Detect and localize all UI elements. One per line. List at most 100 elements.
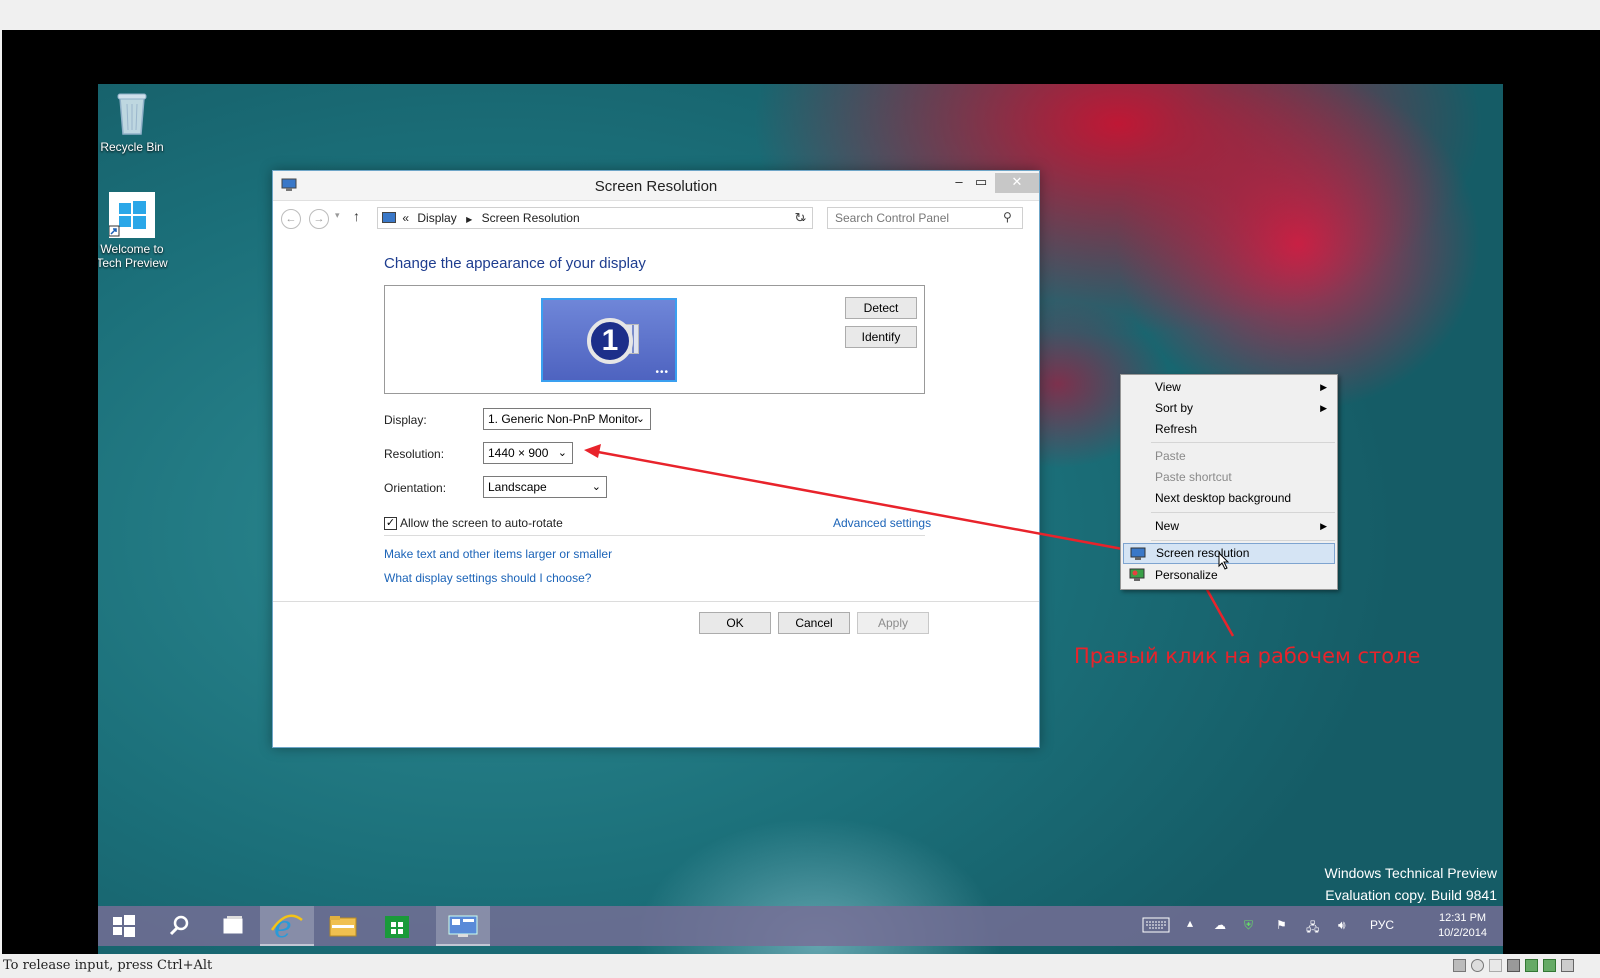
chevron-down-icon: ⌄ — [591, 481, 601, 493]
display-select[interactable]: 1. Generic Non-PnP Monitor ⌄ — [483, 408, 651, 430]
breadcrumb-display[interactable]: Display — [417, 211, 456, 225]
orientation-label: Orientation: — [384, 481, 447, 495]
section-divider — [384, 535, 925, 536]
resolution-select[interactable]: 1440 × 900 ⌄ — [483, 442, 573, 464]
detect-button[interactable]: Detect — [845, 297, 917, 319]
store-icon — [385, 916, 409, 938]
store-taskbar-button[interactable] — [370, 906, 424, 946]
display-label: Display: — [384, 413, 427, 427]
folder-icon — [329, 916, 357, 937]
guest-desktop[interactable]: Recycle Bin Welcome to Tech Preview Scre… — [98, 84, 1503, 964]
chevron-down-icon: ⌄ — [635, 413, 645, 425]
recycle-bin-icon — [112, 90, 152, 136]
control-panel-taskbar-button[interactable] — [436, 906, 490, 946]
show-hidden-icons-icon[interactable]: ▴ — [1187, 916, 1193, 930]
watermark-line2: Evaluation copy. Build 9841 — [1325, 887, 1497, 903]
orientation-select-value: Landscape — [488, 480, 547, 494]
menu-item-next-background[interactable]: Next desktop background — [1123, 488, 1335, 509]
menu-item-label: Personalize — [1155, 568, 1218, 582]
submenu-arrow-icon: ▶ — [1320, 403, 1327, 413]
welcome-tech-preview-shortcut[interactable]: Welcome to Tech Preview — [98, 192, 174, 270]
chevron-down-icon: ⌄ — [557, 447, 567, 459]
monitor-1-tile[interactable]: 1 ••• — [541, 298, 677, 382]
cancel-button[interactable]: Cancel — [778, 612, 850, 634]
menu-separator — [1151, 540, 1335, 541]
taskbar: e ▴ ☁ ⛨ ⚑ 🖧 🔊︎ РУС 12:31 PM 10/2/2014 — [98, 906, 1503, 946]
refresh-icon[interactable]: ↻ — [787, 207, 813, 229]
back-button[interactable]: ← — [281, 209, 301, 229]
menu-item-label: View — [1155, 380, 1181, 394]
usb-icon[interactable] — [1489, 959, 1502, 972]
menu-item-view[interactable]: View ▶ — [1123, 377, 1335, 398]
breadcrumb-separator-icon: ▶ — [466, 215, 473, 224]
up-button[interactable]: ↑ — [353, 208, 360, 224]
display-icon[interactable] — [1543, 959, 1556, 972]
address-bar[interactable]: « Display ▶ Screen Resolution ⌄ — [377, 207, 813, 229]
clock-date: 10/2/2014 — [1438, 927, 1487, 939]
network-icon[interactable]: 🖧 — [1306, 918, 1319, 939]
advanced-settings-link[interactable]: Advanced settings — [833, 516, 931, 530]
search-taskbar-button[interactable] — [152, 906, 206, 946]
text-size-link[interactable]: Make text and other items larger or smal… — [384, 547, 612, 561]
vm-status-icons — [1453, 959, 1574, 972]
welcome-label-line2: Tech Preview — [98, 256, 168, 270]
window-titlebar[interactable]: Screen Resolution – ▭ ✕ — [273, 171, 1039, 201]
taskbar-clock[interactable]: 12:31 PM 10/2/2014 — [1438, 911, 1487, 941]
personalize-icon — [1129, 568, 1145, 582]
address-icon — [382, 212, 396, 223]
volume-icon[interactable]: 🔊︎ — [1338, 918, 1346, 933]
submenu-arrow-icon: ▶ — [1320, 382, 1327, 392]
search-input[interactable]: Search Control Panel — [827, 207, 1023, 229]
clock-time: 12:31 PM — [1438, 912, 1487, 924]
monitor-number: 1 — [587, 318, 633, 364]
menu-item-new[interactable]: New ▶ — [1123, 516, 1335, 537]
internet-explorer-icon: e — [270, 910, 303, 945]
ok-button[interactable]: OK — [699, 612, 771, 634]
resolution-label: Resolution: — [384, 447, 445, 461]
optical-drive-icon[interactable] — [1471, 959, 1484, 972]
autorotate-label[interactable]: Allow the screen to auto-rotate — [400, 516, 563, 530]
recycle-bin-shortcut[interactable]: Recycle Bin — [98, 90, 174, 154]
input-language-indicator[interactable]: РУС — [1370, 918, 1394, 932]
orientation-select[interactable]: Landscape ⌄ — [483, 476, 607, 498]
close-button[interactable]: ✕ — [995, 173, 1039, 193]
menu-separator — [1151, 512, 1335, 513]
security-shield-icon[interactable]: ⛨ — [1244, 918, 1253, 933]
forward-button[interactable]: → — [309, 209, 329, 229]
action-center-flag-icon[interactable]: ⚑ — [1276, 918, 1287, 932]
navigation-bar: ← → ▾ ↑ « Display ▶ Screen Resolution ⌄ … — [281, 207, 1031, 231]
network-adapter-icon[interactable] — [1525, 959, 1538, 972]
page-heading: Change the appearance of your display — [384, 255, 646, 272]
menu-item-paste[interactable]: Paste — [1123, 446, 1335, 467]
menu-item-paste-shortcut[interactable]: Paste shortcut — [1123, 467, 1335, 488]
resolution-select-value: 1440 × 900 — [488, 446, 549, 460]
cloud-icon[interactable]: ☁ — [1214, 918, 1226, 932]
screen-resolution-window[interactable]: Screen Resolution – ▭ ✕ ← → ▾ ↑ « Displa… — [272, 170, 1040, 748]
menu-item-refresh[interactable]: Refresh — [1123, 419, 1335, 440]
hard-disk-icon[interactable] — [1453, 959, 1466, 972]
control-panel-icon — [448, 915, 478, 937]
shared-folders-icon[interactable] — [1507, 959, 1520, 972]
vm-status-bar: To release input, press Ctrl+Alt — [0, 954, 1600, 978]
file-explorer-taskbar-button[interactable] — [316, 906, 370, 946]
display-settings-help-link[interactable]: What display settings should I choose? — [384, 571, 591, 585]
autorotate-checkbox[interactable]: ✓ — [384, 517, 397, 530]
windows-start-icon — [113, 915, 135, 937]
identify-button[interactable]: Identify — [845, 326, 917, 348]
recent-pages-chevron-icon[interactable]: ▾ — [335, 210, 340, 221]
menu-item-sort-by[interactable]: Sort by ▶ — [1123, 398, 1335, 419]
menu-item-label: New — [1155, 519, 1180, 533]
keyboard-icon[interactable] — [1142, 917, 1170, 936]
mouse-integration-icon[interactable] — [1561, 959, 1574, 972]
internet-explorer-taskbar-button[interactable]: e — [260, 906, 314, 946]
breadcrumb-screen-resolution[interactable]: Screen Resolution — [482, 211, 580, 225]
task-view-button[interactable] — [206, 906, 260, 946]
menu-item-label: Refresh — [1155, 422, 1198, 436]
monitor-dots-icon: ••• — [655, 367, 669, 378]
apply-button[interactable]: Apply — [857, 612, 929, 634]
submenu-arrow-icon: ▶ — [1320, 521, 1327, 531]
search-icon[interactable]: ⚲ — [1003, 210, 1012, 224]
maximize-button[interactable]: ▭ — [967, 173, 995, 193]
display-select-value: 1. Generic Non-PnP Monitor — [488, 412, 639, 426]
start-button[interactable] — [98, 906, 152, 946]
